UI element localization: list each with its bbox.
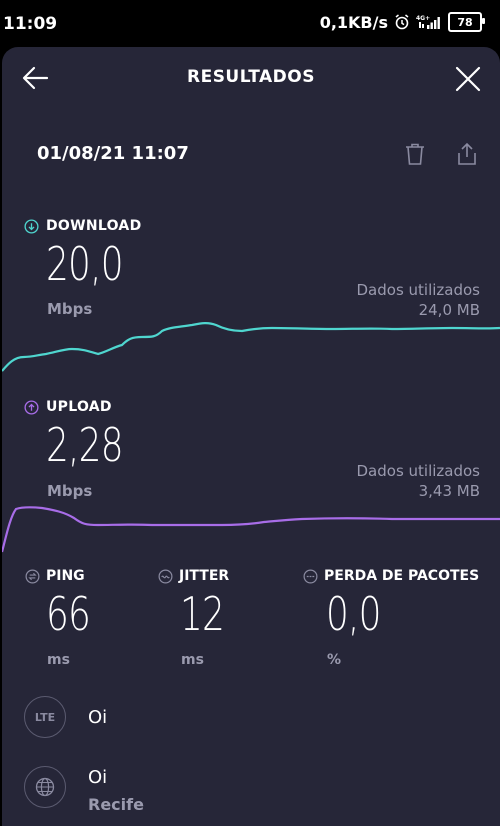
jitter-icon: [158, 569, 173, 583]
download-label: DOWNLOAD: [46, 218, 142, 234]
lte-icon-text: LTE: [34, 710, 56, 724]
jitter-label: JITTER: [179, 568, 230, 584]
packet-loss-header: PERDA DE PACOTES: [303, 568, 479, 584]
packet-loss-value: 0,0: [326, 587, 382, 641]
signal-icon: 4G+: [416, 14, 442, 30]
ping-header: PING: [25, 568, 85, 584]
globe-icon: [24, 766, 66, 808]
upload-label: UPLOAD: [46, 399, 112, 415]
provider-name: Oi: [88, 707, 108, 728]
download-value: 20,0: [46, 237, 124, 291]
server-name: Oi: [88, 767, 108, 788]
download-data-label: Dados utilizados: [356, 281, 481, 299]
page-title: RESULTADOS: [186, 67, 315, 87]
ping-label: PING: [46, 568, 85, 584]
status-time: 11:09: [3, 14, 58, 34]
close-icon: [455, 66, 481, 92]
header: RESULTADOS: [2, 47, 500, 111]
upload-value: 2,28: [46, 418, 124, 472]
download-chart-line: [2, 322, 500, 372]
battery-level: 78: [457, 15, 473, 29]
alarm-icon: [394, 14, 410, 30]
jitter-value: 12: [180, 587, 225, 641]
upload-data-label: Dados utilizados: [356, 462, 481, 480]
globe-icon-graphic: [35, 777, 55, 797]
jitter-header: JITTER: [158, 568, 229, 584]
trash-icon: [406, 143, 424, 165]
battery-icon: 78: [448, 12, 485, 32]
ping-icon: [25, 569, 40, 583]
test-datetime: 01/08/21 11:07: [37, 143, 189, 164]
server-city: Recife: [88, 795, 144, 814]
download-header: DOWNLOAD: [24, 218, 142, 234]
results-sheet: RESULTADOS 01/08/21 11:07 DOWNLOAD 20,0 …: [2, 47, 500, 826]
jitter-unit: ms: [181, 652, 204, 668]
upload-chart-line: [2, 506, 500, 553]
download-arrow-icon: [24, 218, 39, 234]
network-speed: 0,1KB/s: [319, 12, 388, 32]
status-bar: 11:09 0,1KB/s 4G+ 78: [0, 0, 500, 48]
upload-chart: [2, 506, 500, 553]
svg-text:4G+: 4G+: [416, 15, 430, 22]
delete-button[interactable]: [402, 141, 428, 167]
lte-icon: LTE: [24, 696, 66, 738]
download-chart: [2, 322, 500, 372]
share-icon: [458, 142, 476, 165]
packet-loss-label: PERDA DE PACOTES: [324, 568, 480, 584]
packet-loss-icon: [303, 569, 318, 583]
upload-header: UPLOAD: [24, 399, 112, 415]
close-button[interactable]: [454, 65, 482, 93]
share-button[interactable]: [454, 141, 480, 167]
ping-unit: ms: [47, 652, 70, 668]
status-right: 0,1KB/s 4G+ 78: [319, 12, 485, 32]
upload-arrow-icon: [24, 399, 39, 415]
ping-value: 66: [46, 587, 91, 641]
packet-loss-unit: %: [327, 652, 342, 668]
